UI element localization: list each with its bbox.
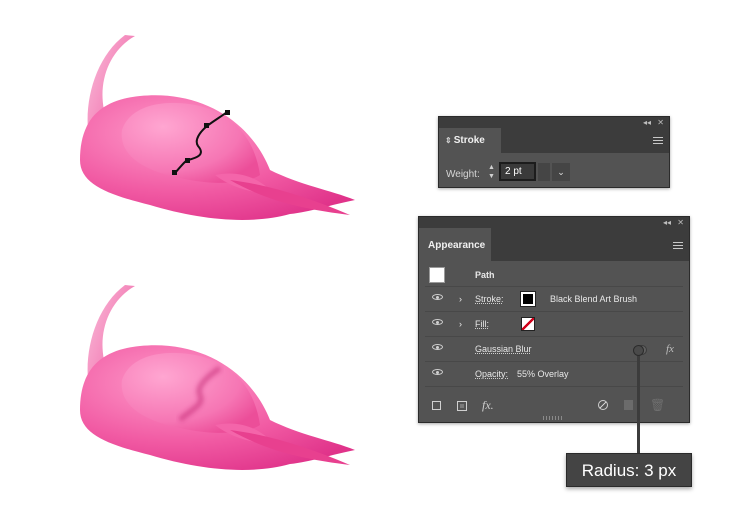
path-row[interactable]: Path [425, 263, 683, 287]
panel-menu-icon[interactable] [673, 242, 683, 249]
appearance-bottom-toolbar: fx. 🗑 [419, 395, 689, 417]
path-label: Path [475, 270, 495, 280]
chevron-right-icon[interactable]: › [459, 294, 462, 304]
opacity-value: 55% Overlay [517, 369, 569, 379]
path-thumbnail [429, 267, 445, 283]
add-new-stroke-icon[interactable] [432, 401, 441, 410]
collapse-icon[interactable]: ◂◂ [643, 117, 651, 128]
resize-grip[interactable] [543, 416, 563, 420]
fill-label[interactable]: Fill: [475, 319, 489, 329]
eye-icon[interactable] [432, 344, 443, 350]
stroke-panel: ◂◂ ✕ ⇕ Stroke Weight: ▲ ▼ 2 pt ⌄ [438, 116, 670, 188]
appearance-panel-tabrow: Appearance [419, 228, 689, 261]
appearance-panel: ◂◂ ✕ Appearance Path › Stroke: Black Ble… [418, 216, 690, 423]
stroke-brush-value: Black Blend Art Brush [550, 294, 638, 304]
tooltip-anchor-dot [633, 345, 644, 356]
close-icon[interactable]: ✕ [677, 217, 684, 228]
stroke-panel-header: ◂◂ ✕ [439, 117, 669, 128]
tooltip-connector [637, 350, 640, 454]
gaussian-blur-row[interactable]: Gaussian Blur fx [425, 338, 683, 362]
gaussian-blur-label[interactable]: Gaussian Blur [475, 344, 532, 354]
weight-stepper-icon[interactable]: ▲ ▼ [487, 163, 496, 183]
trash-icon[interactable]: 🗑 [650, 398, 665, 412]
clear-appearance-icon[interactable] [598, 400, 608, 410]
opacity-label[interactable]: Opacity: [475, 369, 508, 379]
duplicate-item-icon[interactable] [624, 400, 633, 410]
stroke-panel-tabrow: ⇕ Stroke [439, 128, 669, 153]
flamingo-bottom [80, 285, 355, 470]
collapse-icon[interactable]: ◂◂ [663, 217, 671, 228]
chevron-down-icon[interactable]: ⌄ [552, 163, 570, 181]
eye-icon[interactable] [432, 319, 443, 325]
weight-input[interactable]: 2 pt [499, 162, 536, 181]
opacity-row[interactable]: Opacity: 55% Overlay [425, 363, 683, 387]
add-effect-icon[interactable]: fx. [482, 398, 494, 413]
stroke-swatch[interactable] [520, 291, 536, 307]
stroke-row[interactable]: › Stroke: Black Blend Art Brush [425, 288, 683, 312]
fill-none-swatch[interactable] [521, 317, 535, 331]
add-new-fill-icon[interactable] [457, 401, 467, 411]
close-icon[interactable]: ✕ [657, 117, 664, 128]
panel-menu-icon[interactable] [653, 137, 663, 144]
appearance-list: Path › Stroke: Black Blend Art Brush › F… [419, 263, 689, 393]
eye-icon[interactable] [432, 369, 443, 375]
radius-tooltip: Radius: 3 px [566, 453, 692, 487]
fx-icon[interactable]: fx [666, 343, 674, 355]
appearance-panel-header: ◂◂ ✕ [419, 217, 689, 228]
fill-row[interactable]: › Fill: [425, 313, 683, 337]
updown-icon: ⇕ [445, 136, 452, 145]
tab-appearance[interactable]: Appearance [419, 228, 491, 261]
weight-label: Weight: [446, 169, 480, 180]
weight-dropdown-field[interactable] [538, 163, 550, 181]
tab-stroke[interactable]: ⇕ Stroke [439, 128, 501, 153]
flamingo-top [80, 35, 355, 220]
stroke-label[interactable]: Stroke: [475, 294, 504, 304]
eye-icon[interactable] [432, 294, 443, 300]
chevron-right-icon[interactable]: › [459, 319, 462, 329]
